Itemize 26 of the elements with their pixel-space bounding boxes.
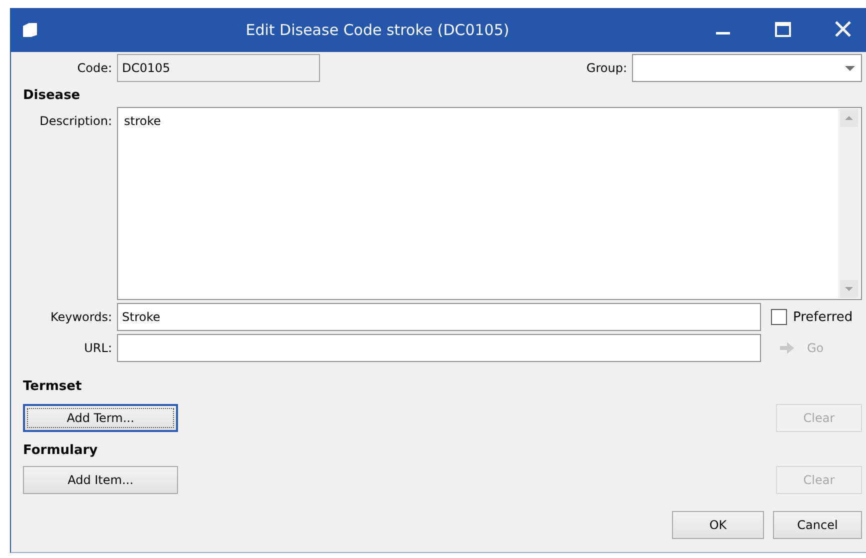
field-label: Group: [586,61,627,75]
field-label: Description: [38,113,112,128]
scroll-down-icon[interactable] [840,280,858,298]
description-field[interactable]: stroke [117,107,862,300]
group-dropdown[interactable] [632,54,862,82]
window-icon [21,22,39,38]
field-label: Code: [76,61,112,75]
section-heading: Disease [23,86,82,104]
checkbox[interactable] [771,309,787,325]
arrow-icon [779,341,795,355]
add-term-button[interactable]: Add Term... [23,404,178,432]
url-field[interactable] [117,334,761,362]
keywords-field[interactable]: Stroke [117,303,761,331]
cancel-button[interactable]: Cancel [773,511,862,539]
field-label: Keywords: [49,310,112,324]
window-title: Edit Disease Code stroke (DC0105) [244,21,510,39]
scrollbar[interactable] [838,109,860,298]
section-heading: Termset [23,378,83,396]
field-value: stroke [123,113,162,130]
dropdown-arrow-icon [845,66,855,70]
add-item-button[interactable]: Add Item... [23,466,178,494]
ok-button[interactable]: OK [672,511,764,539]
section-heading: Formulary [23,442,99,460]
field-label: URL: [83,341,112,355]
scroll-up-icon[interactable] [840,109,858,127]
checkbox-label: Preferred [793,310,853,324]
